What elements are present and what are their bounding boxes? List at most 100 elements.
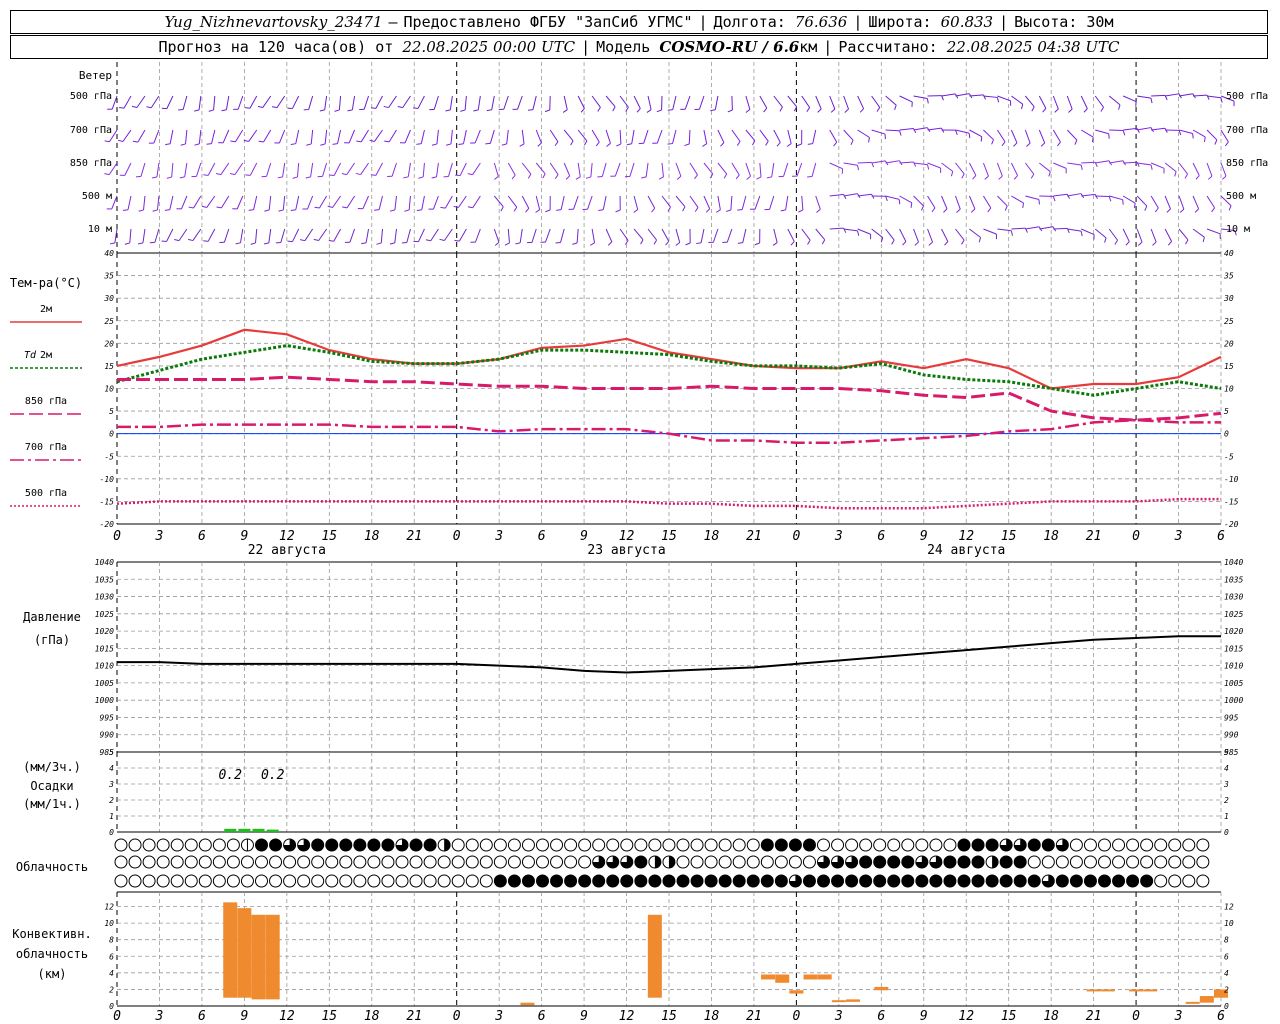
wind-barb-staff <box>450 129 453 144</box>
wind-barb-staff <box>759 95 768 109</box>
cloud-cover-symbol <box>325 874 339 888</box>
wind-barb-feather <box>416 209 422 212</box>
cloud-cover-symbol <box>1140 855 1154 869</box>
wind-barb-feather <box>667 109 673 111</box>
precip-unit-3h: (мм/3ч.) <box>23 760 81 774</box>
wind-barb-staff <box>605 228 613 242</box>
cloud-cover-symbol <box>929 838 943 852</box>
wind-barb-staff <box>222 129 230 144</box>
wind-barb-staff <box>111 95 118 110</box>
hour-tick-label: 21 <box>746 529 762 544</box>
cloud-cover-fill <box>887 875 900 887</box>
wind-barb-staff <box>672 129 677 144</box>
hour-tick-label: 6 <box>877 529 885 544</box>
wind-barb-feather <box>527 173 532 179</box>
wind-barb-feather <box>850 140 854 146</box>
wind-barb-feather <box>460 109 466 112</box>
cloud-cover-fill <box>654 856 661 868</box>
wind-barb-feather <box>968 133 971 139</box>
wind-barb-staff <box>472 195 481 209</box>
hour-tick-label: 0 <box>113 1009 121 1024</box>
wind-barb-staff <box>280 228 286 243</box>
y-tick-label-right: 4 <box>1224 969 1229 978</box>
hour-tick-label: 18 <box>1043 1009 1059 1024</box>
wind-barb-feather <box>519 143 525 147</box>
wind-barb-feather <box>1122 130 1126 136</box>
wind-barb-staff <box>605 95 616 108</box>
cloud-cover-fill <box>1140 875 1153 887</box>
wind-barb-feather <box>891 239 895 245</box>
cloud-cover-symbol <box>437 874 451 888</box>
wind-barb-staff <box>619 95 629 108</box>
wind-barb-staff <box>282 195 286 210</box>
convective-cloud-bar <box>831 1000 846 1003</box>
wind-barb-staff <box>1080 95 1088 109</box>
wind-barb-staff <box>643 129 649 144</box>
wind-barb-staff <box>375 162 383 176</box>
wind-barb-feather <box>152 209 158 212</box>
cloud-cover-symbol <box>521 855 535 869</box>
hour-tick-label: 6 <box>877 1009 885 1024</box>
y-tick-label-right: 1 <box>1224 812 1229 821</box>
wind-barb-feather <box>1220 97 1223 103</box>
wind-barb-staff <box>417 95 425 109</box>
wind-barb-staff <box>885 129 900 132</box>
cloud-cover-fill <box>972 875 985 887</box>
wind-barb-feather <box>138 209 144 212</box>
y-tick-label-right: 2 <box>1224 796 1229 805</box>
wind-barbs-layer <box>104 93 1237 246</box>
wind-barb-feather <box>1203 136 1206 142</box>
cloud-cover-symbol <box>1098 838 1111 852</box>
wind-barb-feather <box>164 209 170 211</box>
cloud-cover-symbol <box>479 874 493 888</box>
wind-barb-feather <box>1167 241 1172 246</box>
wind-barb-feather <box>397 106 403 109</box>
cloud-cover-fill <box>719 875 732 887</box>
cloud-cover-symbol <box>255 855 268 869</box>
wind-barb-feather <box>763 107 768 113</box>
wind-barb-feather <box>132 140 138 143</box>
wind-barb-staff <box>472 162 481 175</box>
y-tick-label-right: 1020 <box>1224 627 1243 636</box>
wind-barb-feather <box>440 206 446 209</box>
wind-barb-staff <box>234 162 244 175</box>
wind-barb-feather <box>786 143 792 147</box>
wind-barb-staff <box>601 162 607 177</box>
wind-barb-feather <box>264 209 270 212</box>
hour-tick-label: 0 <box>792 529 800 544</box>
wind-barb-feather <box>194 143 200 146</box>
wind-barb-staff <box>143 195 146 210</box>
wind-barb-feather <box>857 230 860 236</box>
cloud-cover-fill <box>817 875 830 887</box>
wind-barb-staff <box>955 162 965 175</box>
cloud-cover-symbol <box>128 855 142 869</box>
cloud-cover-symbol <box>367 874 381 888</box>
wind-barb-staff <box>375 95 383 109</box>
cloud-cover-symbol <box>648 838 662 852</box>
wind-barb-feather <box>972 175 977 180</box>
y-tick-label-left: 3 <box>108 780 114 789</box>
wind-barb-staff <box>633 95 641 109</box>
cloud-cover-fill <box>1042 839 1055 851</box>
wind-barb-feather <box>208 109 214 112</box>
wind-barb-staff <box>1052 129 1061 143</box>
cloud-cover-symbol <box>1196 855 1210 869</box>
wind-barb-staff <box>1109 129 1124 132</box>
cloud-cover-fill <box>255 839 268 851</box>
wind-barb-staff <box>1178 228 1189 241</box>
wind-barb-feather <box>944 241 949 246</box>
wind-barb-staff <box>421 195 425 210</box>
cloud-cover-fill <box>550 875 563 887</box>
wind-barb-staff <box>207 228 216 242</box>
y-tick-label-right: 10 <box>1224 919 1234 928</box>
wind-barb-staff <box>717 162 728 175</box>
wind-barb-staff <box>1136 228 1143 243</box>
y-tick-label-left: 40 <box>104 249 114 258</box>
cloud-cover-fill <box>522 875 535 887</box>
wind-barb-feather <box>570 140 574 146</box>
cloud-cover-symbol <box>634 838 648 852</box>
wind-barb-staff <box>1151 127 1166 131</box>
wind-barb-feather <box>575 176 581 180</box>
cloud-cover-symbol <box>1126 838 1140 852</box>
wind-barb-staff <box>699 95 705 110</box>
